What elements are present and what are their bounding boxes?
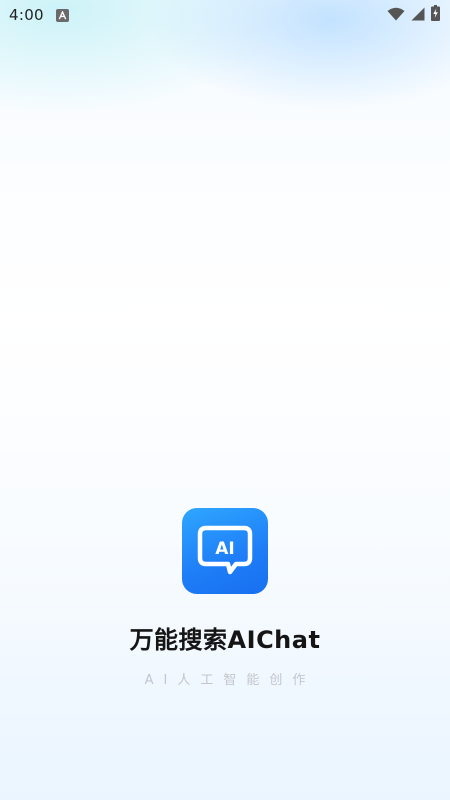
status-left: 4:00 <box>9 6 69 24</box>
app-icon-text: AI <box>215 539 234 559</box>
status-bar: 4:00 <box>0 0 450 30</box>
status-time: 4:00 <box>9 6 44 24</box>
ai-chat-bubble-icon: AI <box>197 525 253 575</box>
accessibility-a-icon <box>55 8 69 22</box>
app-subtitle: AI人工智能创作 <box>144 673 316 688</box>
cellular-signal-icon <box>411 6 425 25</box>
app-icon: AI <box>182 508 268 594</box>
splash-content: AI 万能搜索AIChat AI人工智能创作 <box>0 508 450 688</box>
app-title: 万能搜索AIChat <box>129 626 321 654</box>
status-right <box>387 5 440 25</box>
wifi-icon <box>387 6 405 25</box>
battery-charging-icon <box>431 5 440 25</box>
